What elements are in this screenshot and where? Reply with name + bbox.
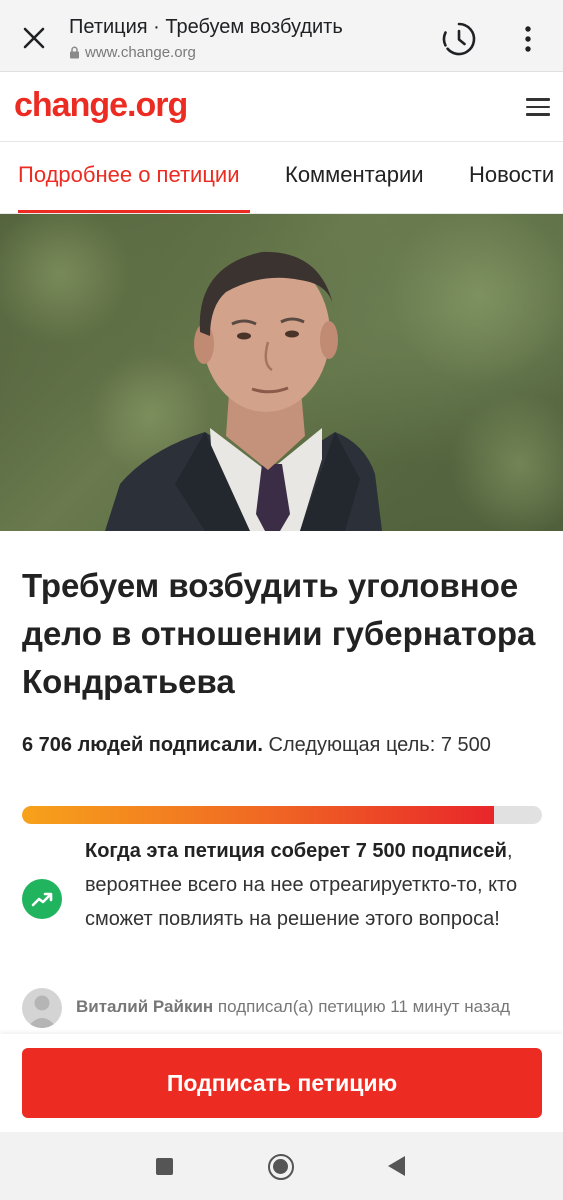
recents-button[interactable]	[156, 1158, 173, 1175]
recent-signer-name: Виталий Райкин	[76, 997, 214, 1016]
recent-signer: Виталий Райкин подписал(а) петицию 11 ми…	[22, 988, 552, 1028]
home-button[interactable]	[268, 1154, 294, 1180]
history-icon	[442, 22, 476, 56]
tab-comments[interactable]: Комментарии	[285, 162, 424, 188]
url-text: www.change.org	[85, 44, 196, 61]
milestone-message: Когда эта петиция соберет 7 500 подписей…	[85, 834, 545, 936]
browser-url: www.change.org	[69, 44, 196, 61]
petition-photo	[0, 214, 563, 531]
close-tab-button[interactable]	[18, 22, 50, 54]
portrait-illustration	[0, 214, 563, 531]
petition-tabs: Подробнее о петиции Комментарии Новости	[0, 142, 563, 214]
history-button[interactable]	[440, 20, 478, 58]
tab-details[interactable]: Подробнее о петиции	[18, 162, 240, 188]
tab-news[interactable]: Новости	[469, 162, 554, 188]
back-button[interactable]	[388, 1156, 405, 1176]
recent-signer-action: подписал(а) петицию 11 минут назад	[217, 997, 511, 1016]
system-nav-bar	[0, 1132, 563, 1200]
sign-bar: Подписать петицию	[0, 1034, 563, 1132]
hamburger-icon[interactable]	[526, 98, 550, 116]
browser-page-title: Петиция · Требуем возбудить	[69, 16, 343, 38]
change-org-logo[interactable]: change.org	[14, 86, 188, 125]
lock-icon	[70, 46, 79, 59]
trending-up-icon	[22, 879, 62, 919]
signature-count: 6 706 людей подписали. Следующая цель: 7…	[22, 728, 542, 762]
recent-signer-text: Виталий Райкин подписал(а) петицию 11 ми…	[76, 997, 510, 1017]
signed-count-text: 6 706 людей подписали.	[22, 734, 263, 756]
more-vert-icon	[525, 26, 531, 52]
browser-toolbar: Петиция · Требуем возбудить www.change.o…	[0, 0, 563, 72]
signature-progress-bar	[22, 806, 542, 824]
site-header: change.org	[0, 72, 563, 142]
sign-petition-button[interactable]: Подписать петицию	[22, 1048, 542, 1118]
next-goal-text: Следующая цель: 7 500	[268, 734, 491, 756]
progress-fill	[22, 806, 494, 824]
petition-title: Требуем возбудить уголовное дело в отнош…	[22, 567, 536, 700]
milestone-bold: Когда эта петиция соберет 7 500 подписей	[85, 840, 507, 862]
close-icon	[23, 27, 45, 49]
browser-menu-button[interactable]	[516, 24, 540, 54]
avatar	[22, 988, 62, 1028]
